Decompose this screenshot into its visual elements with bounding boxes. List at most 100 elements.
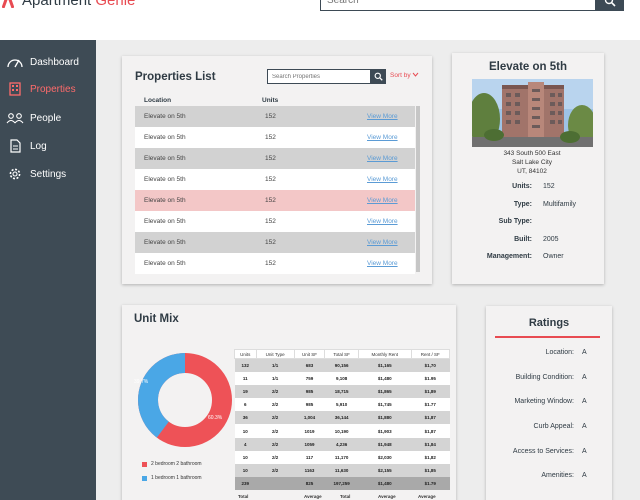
rating-key: Access to Services: bbox=[512, 448, 574, 455]
row-location: Elevate on 5th bbox=[144, 239, 186, 246]
table-cell: 1/1 bbox=[256, 371, 295, 385]
table-row[interactable]: Elevate on 5th 152 View More bbox=[135, 148, 415, 169]
logo-text-accent: Genie bbox=[95, 0, 136, 9]
table-cell: $1,165 bbox=[358, 358, 412, 372]
property-detail-panel: Elevate on 5th 343 South 500 East Salt L… bbox=[452, 53, 604, 284]
table-cell: $1,87 bbox=[411, 411, 450, 425]
table-row: 132 1/1 683 90,156 $1,165 $1,70 bbox=[234, 358, 450, 372]
view-more-link[interactable]: View More bbox=[367, 134, 398, 141]
detail-key: Built: bbox=[514, 236, 532, 243]
table-row[interactable]: Elevate on 5th 152 View More bbox=[135, 127, 415, 148]
sidebar-item-label: Log bbox=[30, 140, 47, 152]
table-cell: 1,004 bbox=[294, 411, 325, 425]
unit-mix-table: Units Unit Type Unit SF Total SF Monthly… bbox=[234, 349, 451, 491]
table-cell: $1,948 bbox=[358, 437, 412, 451]
row-location: Elevate on 5th bbox=[144, 260, 186, 267]
table-cell: $1,480 bbox=[358, 371, 412, 385]
row-units: 152 bbox=[265, 260, 276, 267]
global-search-input[interactable] bbox=[320, 0, 596, 11]
table-cell: 36 bbox=[234, 411, 257, 425]
row-location: Elevate on 5th bbox=[144, 197, 186, 204]
detail-key: Type: bbox=[513, 201, 532, 208]
row-units: 152 bbox=[265, 134, 276, 141]
property-address: 343 South 500 East Salt Lake City UT, 84… bbox=[452, 149, 612, 176]
building-icon bbox=[6, 81, 24, 97]
table-row: 6 2/2 985 5,910 $1,745 $1.77 bbox=[234, 398, 450, 412]
row-location: Elevate on 5th bbox=[144, 134, 186, 141]
table-row[interactable]: Elevate on 5th 152 View More bbox=[135, 169, 415, 190]
table-cell: $1,89 bbox=[411, 384, 450, 399]
app-logo[interactable]: Apartment Genie bbox=[0, 0, 135, 10]
list-scrollbar[interactable] bbox=[416, 106, 420, 272]
logo-text: Apartment Genie bbox=[22, 0, 135, 9]
table-row[interactable]: Elevate on 5th 152 View More bbox=[135, 106, 415, 127]
properties-search-input[interactable] bbox=[267, 69, 372, 84]
ratings-panel: Ratings Location: A Building Condition: A … bbox=[486, 306, 612, 500]
sidebar-item-properties[interactable]: Properties bbox=[6, 79, 76, 99]
row-units: 152 bbox=[265, 113, 276, 120]
donut-label-red: 60.3% bbox=[208, 415, 223, 421]
legend-swatch-red bbox=[142, 461, 147, 467]
rating-value: A bbox=[582, 398, 587, 405]
table-cell: $1,745 bbox=[358, 398, 412, 412]
table-cell: 11,170 bbox=[324, 450, 359, 464]
table-cell: $1.77 bbox=[411, 398, 450, 412]
view-more-link[interactable]: View More bbox=[367, 218, 398, 225]
sidebar-item-log[interactable]: Log bbox=[6, 136, 47, 156]
legend-label: 2 bedroom 2 bathroom bbox=[151, 461, 202, 467]
column-header: Rent / SF bbox=[410, 349, 451, 359]
detail-value: 152 bbox=[543, 183, 555, 190]
sidebar-item-people[interactable]: People bbox=[6, 108, 61, 128]
gear-icon bbox=[6, 166, 24, 182]
sidebar: Dashboard Properties People Log Settings bbox=[0, 40, 96, 500]
table-row-selected[interactable]: Elevate on 5th 152 View More bbox=[135, 190, 415, 211]
address-line-3: UT, 84102 bbox=[517, 168, 547, 175]
unit-mix-donut-chart: 39.7% 60.3% bbox=[134, 353, 232, 447]
table-cell: $1,85 bbox=[411, 464, 450, 478]
footer-label-total-sf: Total bbox=[340, 494, 351, 499]
view-more-link[interactable]: View More bbox=[367, 260, 398, 267]
table-cell: 9,108 bbox=[324, 371, 359, 385]
detail-key: Units: bbox=[512, 183, 532, 190]
view-more-link[interactable]: View More bbox=[367, 176, 398, 183]
rating-key: Curb Appeal: bbox=[533, 423, 574, 430]
table-row[interactable]: Elevate on 5th 152 View More bbox=[135, 253, 415, 274]
row-units: 152 bbox=[265, 218, 276, 225]
table-cell: 10 bbox=[234, 424, 257, 438]
view-more-link[interactable]: View More bbox=[367, 239, 398, 246]
row-location: Elevate on 5th bbox=[144, 113, 186, 120]
sidebar-item-label: Settings bbox=[30, 168, 67, 180]
table-cell: 1059 bbox=[294, 437, 325, 451]
row-units: 152 bbox=[265, 197, 276, 204]
sort-by-label: Sort by bbox=[390, 72, 411, 79]
view-more-link[interactable]: View More bbox=[367, 113, 398, 120]
footer-label-avg-sf: Average bbox=[304, 494, 322, 499]
scrollbar-thumb[interactable] bbox=[416, 106, 420, 272]
properties-search-button[interactable] bbox=[370, 69, 386, 84]
view-more-link[interactable]: View More bbox=[367, 155, 398, 162]
rating-key: Building Condition: bbox=[515, 374, 574, 381]
table-cell: 10 bbox=[234, 464, 257, 478]
table-cell: 6 bbox=[234, 398, 257, 412]
property-name: Elevate on 5th bbox=[489, 61, 567, 73]
detail-value: Multifamily bbox=[543, 201, 577, 208]
table-cell: 4,236 bbox=[324, 437, 359, 451]
table-cell: 36,144 bbox=[324, 411, 359, 425]
view-more-link[interactable]: View More bbox=[367, 197, 398, 204]
sidebar-item-settings[interactable]: Settings bbox=[6, 164, 66, 184]
table-row[interactable]: Elevate on 5th 152 View More bbox=[135, 232, 415, 253]
row-units: 152 bbox=[265, 155, 276, 162]
table-row: 10 2/2 117 11,170 $2,030 $1,82 bbox=[234, 450, 450, 464]
table-cell: 1163 bbox=[294, 464, 325, 478]
properties-list-title: Properties List bbox=[135, 71, 216, 83]
table-row[interactable]: Elevate on 5th 152 View More bbox=[135, 211, 415, 232]
row-location: Elevate on 5th bbox=[144, 218, 186, 225]
global-search-button[interactable] bbox=[596, 0, 624, 11]
column-header: Total SF bbox=[324, 349, 359, 359]
legend-label: 1 bedroom 1 bathroom bbox=[151, 475, 202, 481]
sort-by-dropdown[interactable]: Sort by bbox=[390, 72, 419, 79]
table-row: 11 1/1 759 9,108 $1,480 $1.95 bbox=[234, 371, 450, 385]
sidebar-item-dashboard[interactable]: Dashboard bbox=[6, 52, 79, 72]
table-cell: 759 bbox=[294, 371, 325, 385]
table-cell: 117 bbox=[294, 450, 325, 464]
